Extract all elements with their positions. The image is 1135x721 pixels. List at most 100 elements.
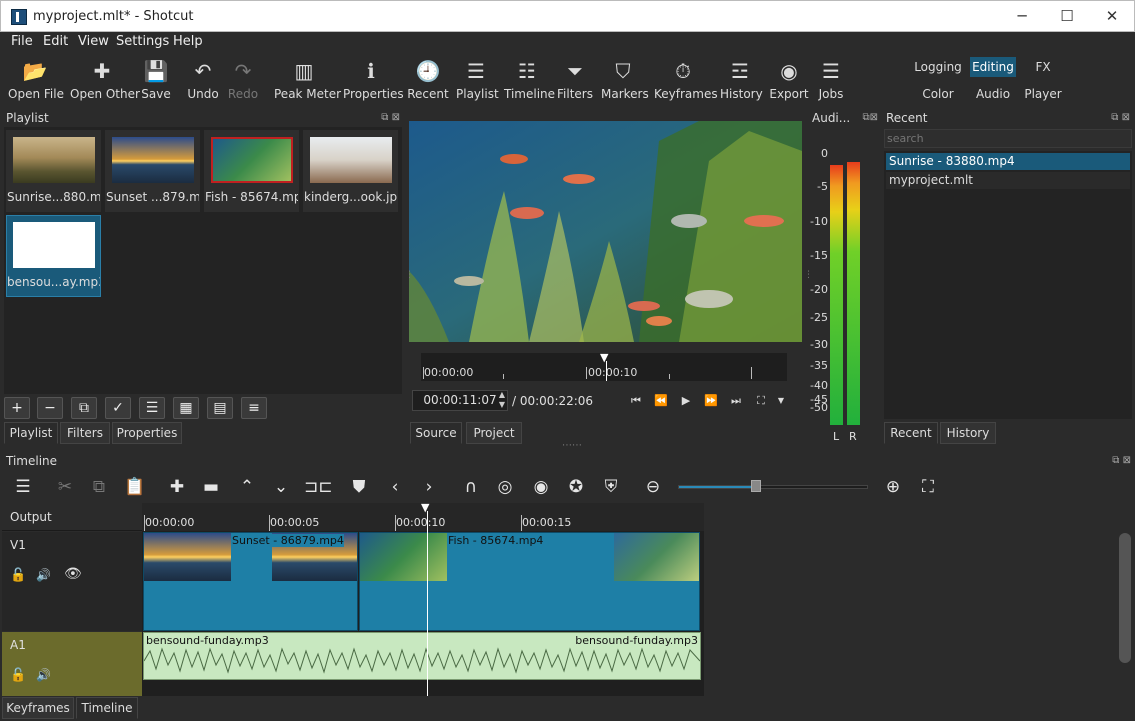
playlist-button[interactable]: ☰ Playlist (456, 53, 499, 106)
menu-view[interactable]: View (78, 34, 109, 49)
dock-float-close-icon[interactable]: ⧉ ⊠ (381, 109, 400, 127)
history-button[interactable]: ☲ History (720, 53, 763, 106)
playlist-add-button[interactable]: + (4, 397, 30, 419)
paste-icon[interactable]: 📋 (122, 475, 148, 499)
markers-button[interactable]: ⛉ Markers (601, 53, 649, 106)
playlist-icons-view-button[interactable]: ▤ (207, 397, 233, 419)
zoom-slider-handle[interactable] (751, 480, 761, 492)
filters-button[interactable]: ⏷ Filters (557, 53, 593, 106)
playlist-details-view-button[interactable]: ☰ (139, 397, 165, 419)
skip-to-start-icon[interactable]: ⏮ (627, 392, 645, 410)
clip-fish[interactable]: Fish - 85674.mp4 (359, 532, 700, 631)
previous-marker-icon[interactable]: ‹ (382, 475, 408, 499)
zoom-fit-icon[interactable]: ⛶ (915, 475, 941, 499)
snap-magnet-icon[interactable]: ∩ (458, 475, 484, 499)
copy-icon[interactable]: ⧉ (86, 475, 112, 499)
playlist-item-sunrise[interactable]: Sunrise...880.mp4 (6, 130, 101, 212)
tab-timeline[interactable]: Timeline (76, 697, 138, 719)
recent-search-input[interactable] (884, 129, 1132, 148)
play-icon[interactable]: ▶ (677, 392, 695, 410)
menu-edit[interactable]: Edit (43, 34, 68, 49)
zoom-fit-icon[interactable]: ⛶ (752, 392, 770, 410)
tab-source[interactable]: Source (410, 422, 462, 444)
zoom-slider[interactable] (678, 480, 868, 492)
menu-settings[interactable]: Settings (116, 34, 169, 49)
split-icon[interactable]: ⊐⊏ (304, 475, 333, 499)
playlist-item-sunset[interactable]: Sunset ...879.mp4 (105, 130, 200, 212)
keyframes-button[interactable]: ⏱ Keyframes (654, 53, 718, 106)
eye-icon[interactable]: 👁 (64, 566, 82, 582)
mute-icon[interactable]: 🔊 (36, 568, 51, 582)
ripple-all-icon[interactable]: ✪ (563, 475, 589, 499)
playlist-grid[interactable]: Sunrise...880.mp4 Sunset ...879.mp4 Fish… (4, 127, 402, 394)
redo-button[interactable]: ↷ Redo (226, 53, 260, 106)
append-icon[interactable]: ✚ (164, 475, 190, 499)
playlist-remove-button[interactable]: − (37, 397, 63, 419)
open-other-button[interactable]: ✚ Open Other (70, 53, 140, 106)
jobs-button[interactable]: ☰ Jobs (815, 53, 847, 106)
zoom-out-icon[interactable]: ⊖ (640, 475, 666, 499)
workspace-editing[interactable]: Editing (970, 57, 1016, 77)
timeline-button[interactable]: ☷ Timeline (504, 53, 555, 106)
playlist-update-button[interactable]: ⧉ (71, 397, 97, 419)
recent-button[interactable]: 🕘 Recent (407, 53, 449, 106)
lock-icon[interactable]: 🔓 (10, 568, 26, 583)
recent-list[interactable]: Sunrise - 83880.mp4 myproject.mlt (884, 151, 1132, 419)
dock-float-close-icon[interactable]: ⧉ ⊠ (1111, 109, 1130, 127)
add-marker-icon[interactable]: ⛊ (346, 475, 372, 499)
fast-forward-icon[interactable]: ⏩ (702, 392, 720, 410)
undo-button[interactable]: ↶ Undo (186, 53, 220, 106)
timeline-tracks[interactable]: 00:00:00 00:00:05 00:00:10 00:00:15 Suns… (142, 502, 704, 696)
track-header-v1[interactable]: V1 🔓 🔊 👁 (2, 532, 142, 631)
playlist-item-kindergarten[interactable]: kinderg...ook.jpg (303, 130, 398, 212)
splitter-handle[interactable]: ⋮ (405, 270, 414, 288)
chevron-down-icon[interactable]: ▼ (772, 392, 790, 410)
export-button[interactable]: ◉ Export (769, 53, 809, 106)
tab-keyframes[interactable]: Keyframes (2, 697, 74, 719)
tab-history[interactable]: History (940, 422, 996, 444)
workspace-fx[interactable]: FX (1026, 57, 1060, 77)
clip-sunset[interactable]: Sunset - 86879.mp4 (143, 532, 358, 631)
menu-help[interactable]: Help (173, 34, 203, 49)
next-marker-icon[interactable]: › (416, 475, 442, 499)
clip-bensound[interactable]: bensound-funday.mp3 bensound-funday.mp3 (143, 632, 701, 680)
tab-filters[interactable]: Filters (60, 422, 110, 444)
track-header-a1[interactable]: A1 🔓 🔊 (2, 632, 142, 696)
rewind-icon[interactable]: ⏪ (652, 392, 670, 410)
playlist-item-fish[interactable]: Fish - 85674.mp4 (204, 130, 299, 212)
workspace-logging[interactable]: Logging (913, 57, 963, 77)
workspace-color[interactable]: Color (913, 84, 963, 104)
dock-float-close-icon[interactable]: ⧉⊠ (862, 109, 878, 127)
peak-meter-button[interactable]: ▥ Peak Meter (274, 53, 341, 106)
minimize-button[interactable]: ─ (999, 1, 1045, 32)
timeline-vertical-scrollbar[interactable] (1119, 533, 1131, 663)
remove-icon[interactable]: ▬ (198, 475, 224, 499)
video-preview[interactable] (409, 121, 802, 342)
tab-properties[interactable]: Properties (112, 422, 182, 444)
recent-item[interactable]: myproject.mlt (886, 172, 1130, 189)
properties-button[interactable]: ℹ Properties (343, 53, 404, 106)
save-button[interactable]: 💾 Save (138, 53, 174, 106)
timeline-menu-icon[interactable]: ☰ (10, 475, 36, 499)
ripple-markers-icon[interactable]: ⛨ (598, 475, 624, 499)
maximize-button[interactable]: ☐ (1044, 1, 1090, 32)
overwrite-icon[interactable]: ⌄ (268, 475, 294, 499)
timeline-empty-area[interactable] (704, 503, 1117, 696)
recent-item[interactable]: Sunrise - 83880.mp4 (886, 153, 1130, 170)
open-file-button[interactable]: 📂 Open File (8, 53, 64, 106)
workspace-player[interactable]: Player (1020, 84, 1066, 104)
tab-playlist[interactable]: Playlist (4, 422, 58, 444)
output-track-header[interactable]: Output (2, 503, 142, 531)
splitter-handle[interactable]: ⋯⋯ (562, 440, 582, 451)
mute-icon[interactable]: 🔊 (36, 668, 51, 682)
zoom-in-icon[interactable]: ⊕ (880, 475, 906, 499)
dock-float-close-icon[interactable]: ⧉ ⊠ (1112, 452, 1131, 470)
timecode-spin-icon[interactable]: ▲ ▼ (496, 390, 508, 411)
close-button[interactable]: ✕ (1089, 1, 1135, 32)
playlist-tiles-view-button[interactable]: ▦ (173, 397, 199, 419)
tab-recent[interactable]: Recent (884, 422, 938, 444)
workspace-audio[interactable]: Audio (970, 84, 1016, 104)
menu-file[interactable]: File (11, 34, 33, 49)
playlist-menu-button[interactable]: ≡ (241, 397, 267, 419)
lift-icon[interactable]: ⌃ (234, 475, 260, 499)
